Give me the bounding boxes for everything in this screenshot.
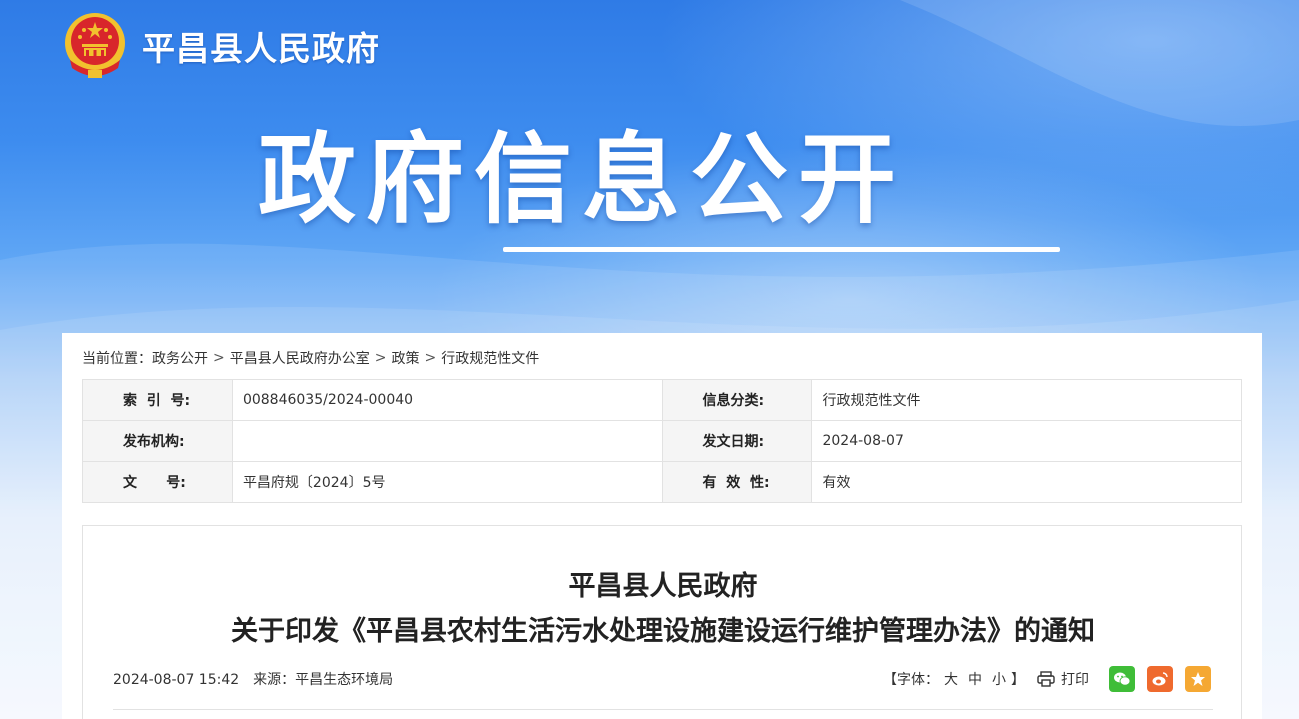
- breadcrumb: 当前位置：政务公开 > 平昌县人民政府办公室 > 政策 > 行政规范性文件: [82, 348, 539, 368]
- index-number-label: 索 引 号:: [82, 379, 233, 421]
- star-icon: [1191, 672, 1205, 686]
- doc-number-value: 平昌府规〔2024〕5号: [231, 461, 663, 503]
- breadcrumb-item-office[interactable]: 平昌县人民政府办公室: [230, 351, 370, 367]
- weibo-icon: [1152, 672, 1168, 686]
- article-title-line2: 关于印发《平昌县农村生活污水处理设施建设运行维护管理办法》的通知: [231, 616, 1095, 647]
- issue-date-label: 发文日期:: [661, 420, 813, 462]
- national-emblem-icon: [65, 13, 125, 78]
- font-size-suffix: 】: [1011, 672, 1025, 688]
- article-title-line1: 平昌县人民政府: [568, 571, 758, 602]
- category-label: 信息分类:: [661, 379, 813, 421]
- favorite-button[interactable]: [1185, 666, 1211, 692]
- breadcrumb-item-policy[interactable]: 政策: [391, 351, 419, 367]
- category-value: 行政规范性文件: [811, 379, 1242, 421]
- divider: [113, 709, 1213, 710]
- breadcrumb-separator: >: [374, 350, 387, 366]
- publish-datetime: 2024-08-07 15:42: [113, 672, 240, 688]
- breadcrumb-item-gov-affairs[interactable]: 政务公开: [152, 351, 208, 367]
- printer-icon: [1037, 671, 1055, 687]
- publisher-value: [231, 420, 663, 462]
- breadcrumb-item-normative-docs[interactable]: 行政规范性文件: [441, 351, 539, 367]
- document-metadata-table: 索 引 号: 008846035/2024-00040 信息分类: 行政规范性文…: [82, 379, 1242, 503]
- validity-value: 有效: [811, 461, 1242, 503]
- print-button[interactable]: 打印: [1037, 669, 1089, 689]
- font-size-small-button[interactable]: 小: [992, 669, 1006, 689]
- hero-title: 政府信息公开: [258, 123, 907, 237]
- source-value: 平昌生态环境局: [295, 672, 394, 688]
- breadcrumb-separator: >: [424, 350, 437, 366]
- article-box: 平昌县人民政府 关于印发《平昌县农村生活污水处理设施建设运行维护管理办法》的通知…: [82, 525, 1242, 719]
- site-title[interactable]: 平昌县人民政府: [142, 22, 380, 70]
- print-label: 打印: [1061, 672, 1089, 688]
- publisher-label: 发布机构:: [82, 420, 233, 462]
- source-label: 来源：: [253, 672, 296, 688]
- doc-number-label: 文 号:: [82, 461, 233, 503]
- share-wechat-button[interactable]: [1109, 666, 1135, 692]
- article-tools: 【字体： 大 中 小 】 打印: [883, 666, 1211, 692]
- share-weibo-button[interactable]: [1147, 666, 1173, 692]
- hero-underline: [503, 247, 1060, 252]
- font-size-prefix: 【字体：: [883, 672, 939, 688]
- breadcrumb-separator: >: [213, 350, 225, 366]
- table-row: 发布机构: 发文日期: 2024-08-07: [82, 420, 1242, 462]
- issue-date-value: 2024-08-07: [811, 420, 1242, 462]
- table-row: 文 号: 平昌府规〔2024〕5号 有 效 性: 有效: [82, 461, 1242, 503]
- article-info: 2024-08-07 15:42 来源：平昌生态环境局: [113, 669, 393, 689]
- table-row: 索 引 号: 008846035/2024-00040 信息分类: 行政规范性文…: [82, 379, 1242, 421]
- index-number-value: 008846035/2024-00040: [231, 379, 663, 421]
- validity-label: 有 效 性:: [661, 461, 813, 503]
- content-panel: 当前位置：政务公开 > 平昌县人民政府办公室 > 政策 > 行政规范性文件 索 引 号: 0…: [62, 333, 1262, 719]
- font-size-large-button[interactable]: 大: [944, 669, 958, 689]
- font-size-medium-button[interactable]: 中: [968, 669, 982, 689]
- wechat-icon: [1114, 672, 1131, 686]
- breadcrumb-prefix: 当前位置：: [82, 351, 152, 367]
